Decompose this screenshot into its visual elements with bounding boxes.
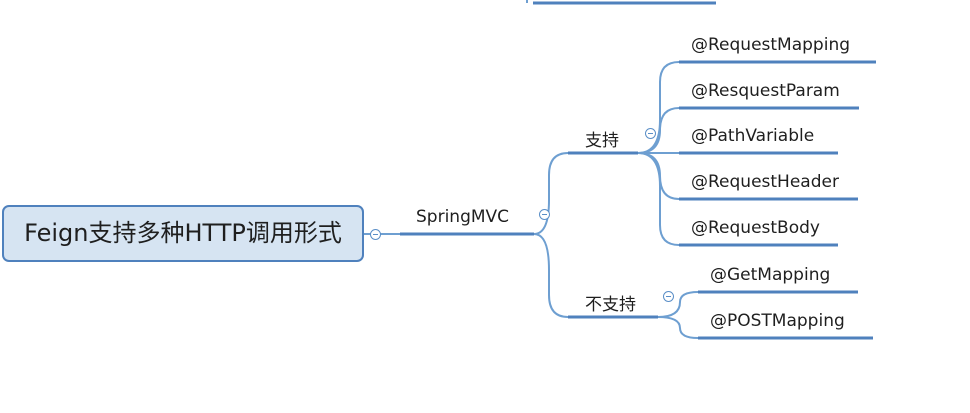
springmvc-to-unsupported bbox=[533, 233, 569, 318]
springmvc-label[interactable]: SpringMVC bbox=[416, 207, 509, 227]
unsupported-leaf[interactable]: @POSTMapping bbox=[710, 311, 845, 331]
supported-leaf[interactable]: @RequestBody bbox=[691, 218, 820, 238]
root-topic[interactable]: Feign支持多种HTTP调用形式 bbox=[2, 205, 364, 262]
supported-label[interactable]: 支持 bbox=[585, 126, 619, 151]
supported-leaf[interactable]: @PathVariable bbox=[691, 126, 814, 146]
supported-leaf[interactable]: @ResquestParam bbox=[691, 81, 840, 101]
supported-leaf[interactable]: @RequestHeader bbox=[691, 172, 839, 192]
unsupported-leaf[interactable]: @GetMapping bbox=[710, 265, 830, 285]
springmvc-to-supported bbox=[533, 152, 569, 235]
supported-collapse-icon[interactable] bbox=[645, 128, 656, 139]
unsupported-label[interactable]: 不支持 bbox=[585, 290, 636, 315]
springmvc-collapse-icon[interactable] bbox=[539, 209, 550, 220]
unsupported-to-leaf-2 bbox=[657, 316, 699, 339]
root-collapse-icon[interactable] bbox=[370, 229, 381, 240]
supported-leaf[interactable]: @RequestMapping bbox=[691, 35, 850, 55]
unsupported-collapse-icon[interactable] bbox=[663, 291, 674, 302]
